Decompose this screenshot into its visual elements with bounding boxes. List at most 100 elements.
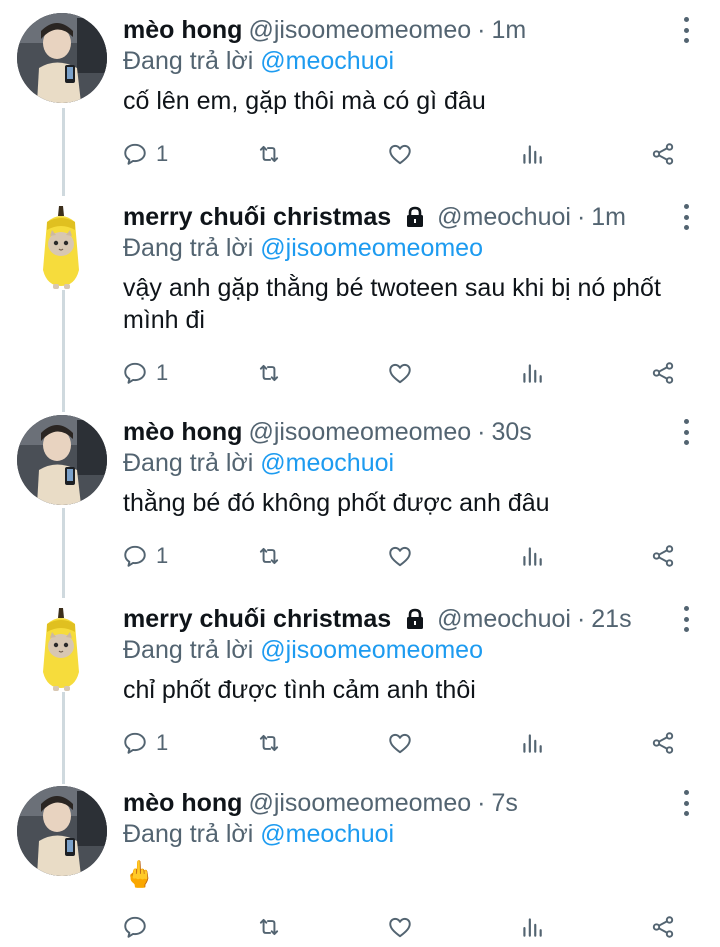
mention-link[interactable]: @meochuoi [260, 47, 394, 75]
share-button[interactable] [650, 358, 676, 388]
more-vertical-icon[interactable] [682, 204, 690, 230]
analytics-icon [519, 730, 545, 756]
action-bar: 1 [122, 139, 682, 169]
display-name[interactable]: merry chuối christmas [123, 605, 391, 634]
tweet-header: merry chuối christmas @meochuoi · 21s [123, 602, 632, 636]
like-button[interactable] [387, 728, 413, 758]
tweet-text: 🖕 [123, 859, 156, 889]
retweet-icon [256, 730, 282, 756]
share-icon [650, 914, 676, 940]
retweet-icon [256, 914, 282, 940]
heart-icon [387, 730, 413, 756]
avatar[interactable] [17, 602, 107, 692]
timestamp[interactable]: 21s [591, 605, 631, 634]
tweet[interactable]: mèo hong @jisoomeomeomeo · 7s Đang trả l… [0, 786, 720, 946]
analytics-button[interactable] [519, 912, 545, 942]
reply-button[interactable]: 1 [122, 728, 168, 758]
replying-to: Đang trả lời @jisoomeomeomeo [123, 234, 483, 263]
mention-link[interactable]: @jisoomeomeomeo [260, 636, 483, 664]
tweet-header: mèo hong @jisoomeomeomeo · 7s [123, 786, 518, 820]
replying-to: Đang trả lời @meochuoi [123, 820, 394, 849]
heart-icon [387, 914, 413, 940]
replying-to: Đang trả lời @meochuoi [123, 449, 394, 478]
analytics-button[interactable] [519, 358, 545, 388]
reply-icon [122, 914, 148, 940]
display-name[interactable]: mèo hong [123, 16, 242, 45]
separator: · [576, 604, 586, 633]
share-icon [650, 141, 676, 167]
share-button[interactable] [650, 541, 676, 571]
user-handle[interactable]: @meochuoi [437, 203, 571, 232]
timestamp[interactable]: 1m [491, 16, 526, 45]
tweet[interactable]: mèo hong @jisoomeomeomeo · 1m Đang trả l… [0, 13, 720, 193]
share-button[interactable] [650, 139, 676, 169]
tweet-text: thằng bé đó không phốt được anh đâu [123, 489, 550, 517]
user-handle[interactable]: @jisoomeomeomeo [248, 16, 471, 45]
user-handle[interactable]: @meochuoi [437, 605, 571, 634]
heart-icon [387, 360, 413, 386]
retweet-button[interactable] [256, 358, 282, 388]
avatar[interactable] [17, 786, 107, 876]
like-button[interactable] [387, 912, 413, 942]
mention-link[interactable]: @meochuoi [260, 449, 394, 477]
reply-button[interactable]: 1 [122, 139, 168, 169]
action-bar: 1 [122, 728, 682, 758]
mention-link[interactable]: @meochuoi [260, 820, 394, 848]
avatar[interactable] [17, 415, 107, 505]
replying-to: Đang trả lời @meochuoi [123, 47, 394, 76]
analytics-icon [519, 141, 545, 167]
share-icon [650, 543, 676, 569]
avatar[interactable] [17, 200, 107, 290]
more-vertical-icon[interactable] [682, 790, 690, 816]
tweet-header: mèo hong @jisoomeomeomeo · 30s [123, 415, 532, 449]
like-button[interactable] [387, 541, 413, 571]
share-button[interactable] [650, 912, 676, 942]
display-name[interactable]: merry chuối christmas [123, 203, 391, 232]
reply-count: 1 [156, 730, 169, 755]
separator: · [477, 788, 486, 817]
replying-prefix: Đang trả lời [123, 820, 261, 848]
avatar-image [17, 415, 107, 505]
retweet-button[interactable] [256, 139, 282, 169]
more-vertical-icon[interactable] [682, 419, 690, 445]
mention-link[interactable]: @jisoomeomeomeo [260, 234, 483, 262]
separator: · [477, 417, 486, 446]
like-button[interactable] [387, 139, 413, 169]
analytics-icon [519, 914, 545, 940]
retweet-button[interactable] [256, 912, 282, 942]
replying-prefix: Đang trả lời [123, 636, 261, 664]
reply-count: 1 [156, 360, 169, 385]
analytics-button[interactable] [519, 541, 545, 571]
heart-icon [387, 543, 413, 569]
display-name[interactable]: mèo hong [123, 418, 242, 447]
avatar-image [17, 200, 107, 290]
tweet[interactable]: merry chuối christmas @meochuoi · 1m Đan… [0, 200, 720, 400]
analytics-button[interactable] [519, 139, 545, 169]
avatar-image [17, 13, 107, 103]
more-vertical-icon[interactable] [682, 17, 690, 43]
reply-button[interactable]: 1 [122, 541, 168, 571]
timestamp[interactable]: 30s [491, 418, 531, 447]
like-button[interactable] [387, 358, 413, 388]
tweet-text: cố lên em, gặp thôi mà có gì đâu [123, 87, 486, 115]
reply-count: 1 [156, 141, 169, 166]
retweet-button[interactable] [256, 728, 282, 758]
timestamp[interactable]: 7s [491, 789, 517, 818]
avatar-image [17, 786, 107, 876]
reply-icon [122, 730, 148, 756]
display-name[interactable]: mèo hong [123, 789, 242, 818]
tweet[interactable]: merry chuối christmas @meochuoi · 21s Đa… [0, 602, 720, 772]
timestamp[interactable]: 1m [591, 203, 626, 232]
share-button[interactable] [650, 728, 676, 758]
user-handle[interactable]: @jisoomeomeomeo [248, 789, 471, 818]
analytics-button[interactable] [519, 728, 545, 758]
tweet[interactable]: mèo hong @jisoomeomeomeo · 30s Đang trả … [0, 415, 720, 585]
tweet-text: vậy anh gặp thằng bé twoteen sau khi bị … [123, 274, 661, 334]
user-handle[interactable]: @jisoomeomeomeo [248, 418, 471, 447]
reply-button[interactable]: 1 [122, 358, 168, 388]
retweet-button[interactable] [256, 541, 282, 571]
share-icon [650, 360, 676, 386]
reply-button[interactable] [122, 912, 156, 942]
avatar[interactable] [17, 13, 107, 103]
more-vertical-icon[interactable] [682, 606, 690, 632]
